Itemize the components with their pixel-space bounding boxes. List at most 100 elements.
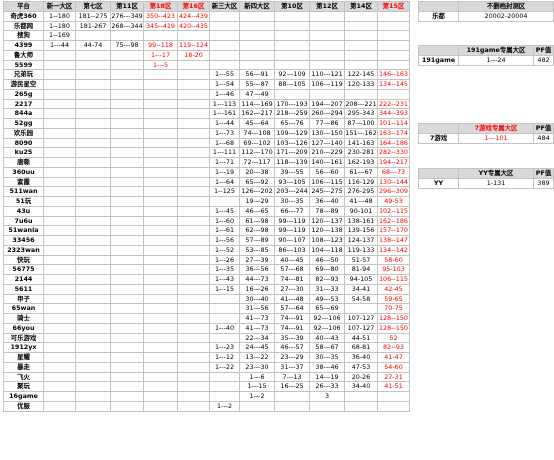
platform-cell: 唐嘶 xyxy=(3,157,44,168)
range-cell xyxy=(143,215,178,227)
range-cell xyxy=(110,69,144,80)
range-cell xyxy=(43,205,76,217)
range-cell xyxy=(344,88,378,100)
platform-cell: 4399 xyxy=(3,40,44,51)
range-cell: 56---91 xyxy=(239,69,275,80)
range-cell: 138-161 xyxy=(344,215,378,227)
range-cell xyxy=(43,215,76,227)
range-cell xyxy=(43,59,76,71)
range-cell xyxy=(110,225,144,236)
range-cell: 27---30 xyxy=(274,283,310,295)
range-cell: 78---89 xyxy=(309,205,345,217)
range-cell xyxy=(143,244,178,256)
range-cell: 1---44 xyxy=(43,40,76,51)
range-cell xyxy=(209,10,240,22)
platform-cell: 56775 xyxy=(3,264,44,275)
range-cell: 218---259 xyxy=(274,108,310,119)
range-cell: 345--419 xyxy=(143,20,178,32)
range-cell xyxy=(43,127,76,139)
range-cell xyxy=(177,127,210,139)
range-cell xyxy=(274,391,310,402)
range-cell: 36-40 xyxy=(344,352,378,363)
game191-header: 191game专属大区 xyxy=(458,45,534,56)
range-cell xyxy=(143,118,178,129)
table-row: 5611 1---15 16---26 27---30 31---33 34-41 42-4… xyxy=(3,283,410,295)
range-cell: 1---64 xyxy=(209,176,240,188)
range-cell: 1---35 xyxy=(209,264,240,275)
range-cell xyxy=(75,293,111,305)
range-cell: 1---17 xyxy=(143,49,178,61)
range-cell: 1---161 xyxy=(209,108,240,119)
range-cell: 120-133 xyxy=(344,79,378,90)
range-cell xyxy=(177,166,210,178)
table-row: 奇虎360 1--180 181--275 276---349 350--423 424-… xyxy=(3,10,410,22)
table-row: 鲁大师 1---17 18-20 xyxy=(3,49,410,61)
table-row: 游民星空 1---54 55---87 88---105 106---119 120-13… xyxy=(3,79,410,90)
range-cell xyxy=(110,352,144,363)
range-cell: 44-74 xyxy=(75,40,111,51)
range-cell xyxy=(143,225,178,236)
range-cell xyxy=(143,332,178,344)
column-header-5: 第16区 xyxy=(177,1,210,12)
range-cell xyxy=(43,371,76,383)
range-cell xyxy=(43,254,76,266)
range-cell xyxy=(143,342,178,353)
range-cell: 39---55 xyxy=(274,166,310,178)
column-header-10: 第14区 xyxy=(344,1,378,12)
platform-cell: 游民星空 xyxy=(3,79,44,90)
range-cell xyxy=(344,303,378,314)
range-cell xyxy=(110,79,144,90)
range-cell: 162---217 xyxy=(239,108,275,119)
table-row: 唐嘶 1---71 72---117 118---139 140---161 162-19… xyxy=(3,157,410,168)
range-cell: 114---169 xyxy=(239,98,275,110)
range-cell: 99--118 xyxy=(143,40,178,51)
platform-cell: 快玩 xyxy=(3,254,44,266)
range-cell xyxy=(43,88,76,100)
table-row: 紫霞 1---64 65---92 93---105 106---115 116-129 1… xyxy=(3,176,410,188)
range-cell xyxy=(43,186,76,197)
range-cell: 106--115 xyxy=(377,274,410,285)
nodel-header: 不删档封测区 xyxy=(458,1,554,12)
range-cell: 86---103 xyxy=(274,244,310,256)
range-cell: 31---56 xyxy=(239,303,275,314)
range-cell xyxy=(209,40,240,51)
range-cell: 134--142 xyxy=(377,244,410,256)
game7-pf-header: PF值 xyxy=(533,123,554,134)
range-cell xyxy=(110,98,144,110)
range-cell: 1---22 xyxy=(209,361,240,373)
range-cell: 222--231 xyxy=(377,98,410,110)
range-cell: 40---43 xyxy=(309,332,345,344)
range-cell xyxy=(75,166,111,178)
range-cell: 295-343 xyxy=(344,108,378,119)
range-cell xyxy=(143,293,178,305)
range-cell: 1---111 xyxy=(209,147,240,158)
range-cell: 93---105 xyxy=(274,176,310,188)
range-cell: 130---150 xyxy=(309,127,345,139)
range-cell xyxy=(75,79,111,90)
range-cell xyxy=(309,30,345,41)
range-cell xyxy=(143,147,178,158)
table-row: 骑士 41---73 74---91 92---106 107-127 128--150 xyxy=(3,313,410,324)
range-cell: 1---6 xyxy=(239,371,275,383)
range-cell: 1---40 xyxy=(209,322,240,334)
range-cell: 57---89 xyxy=(239,235,275,246)
range-cell xyxy=(110,274,144,285)
range-cell xyxy=(110,322,144,334)
table-row: 51玩 19---29 30---35 36---40 41---48 49-53 xyxy=(3,196,410,207)
range-cell xyxy=(110,118,144,129)
range-cell xyxy=(344,400,378,412)
range-cell xyxy=(110,49,144,61)
range-cell xyxy=(309,59,345,71)
column-header-8: 第10区 xyxy=(274,1,310,12)
range-cell: 81-94 xyxy=(344,264,378,275)
range-cell xyxy=(177,322,210,334)
range-cell xyxy=(143,166,178,178)
range-cell: 344--393 xyxy=(377,108,410,119)
range-cell: 1---60 xyxy=(209,215,240,227)
table-row: 聚玩 1---15 16---25 26---33 34-40 41-51 xyxy=(3,381,410,392)
range-cell xyxy=(143,127,178,139)
range-cell: 46---65 xyxy=(239,205,275,217)
range-cell xyxy=(209,391,240,402)
table-row: 8090 1---68 69---102 103---126 127---140 141-… xyxy=(3,137,410,149)
platform-cell: 紫霞 xyxy=(3,176,44,188)
